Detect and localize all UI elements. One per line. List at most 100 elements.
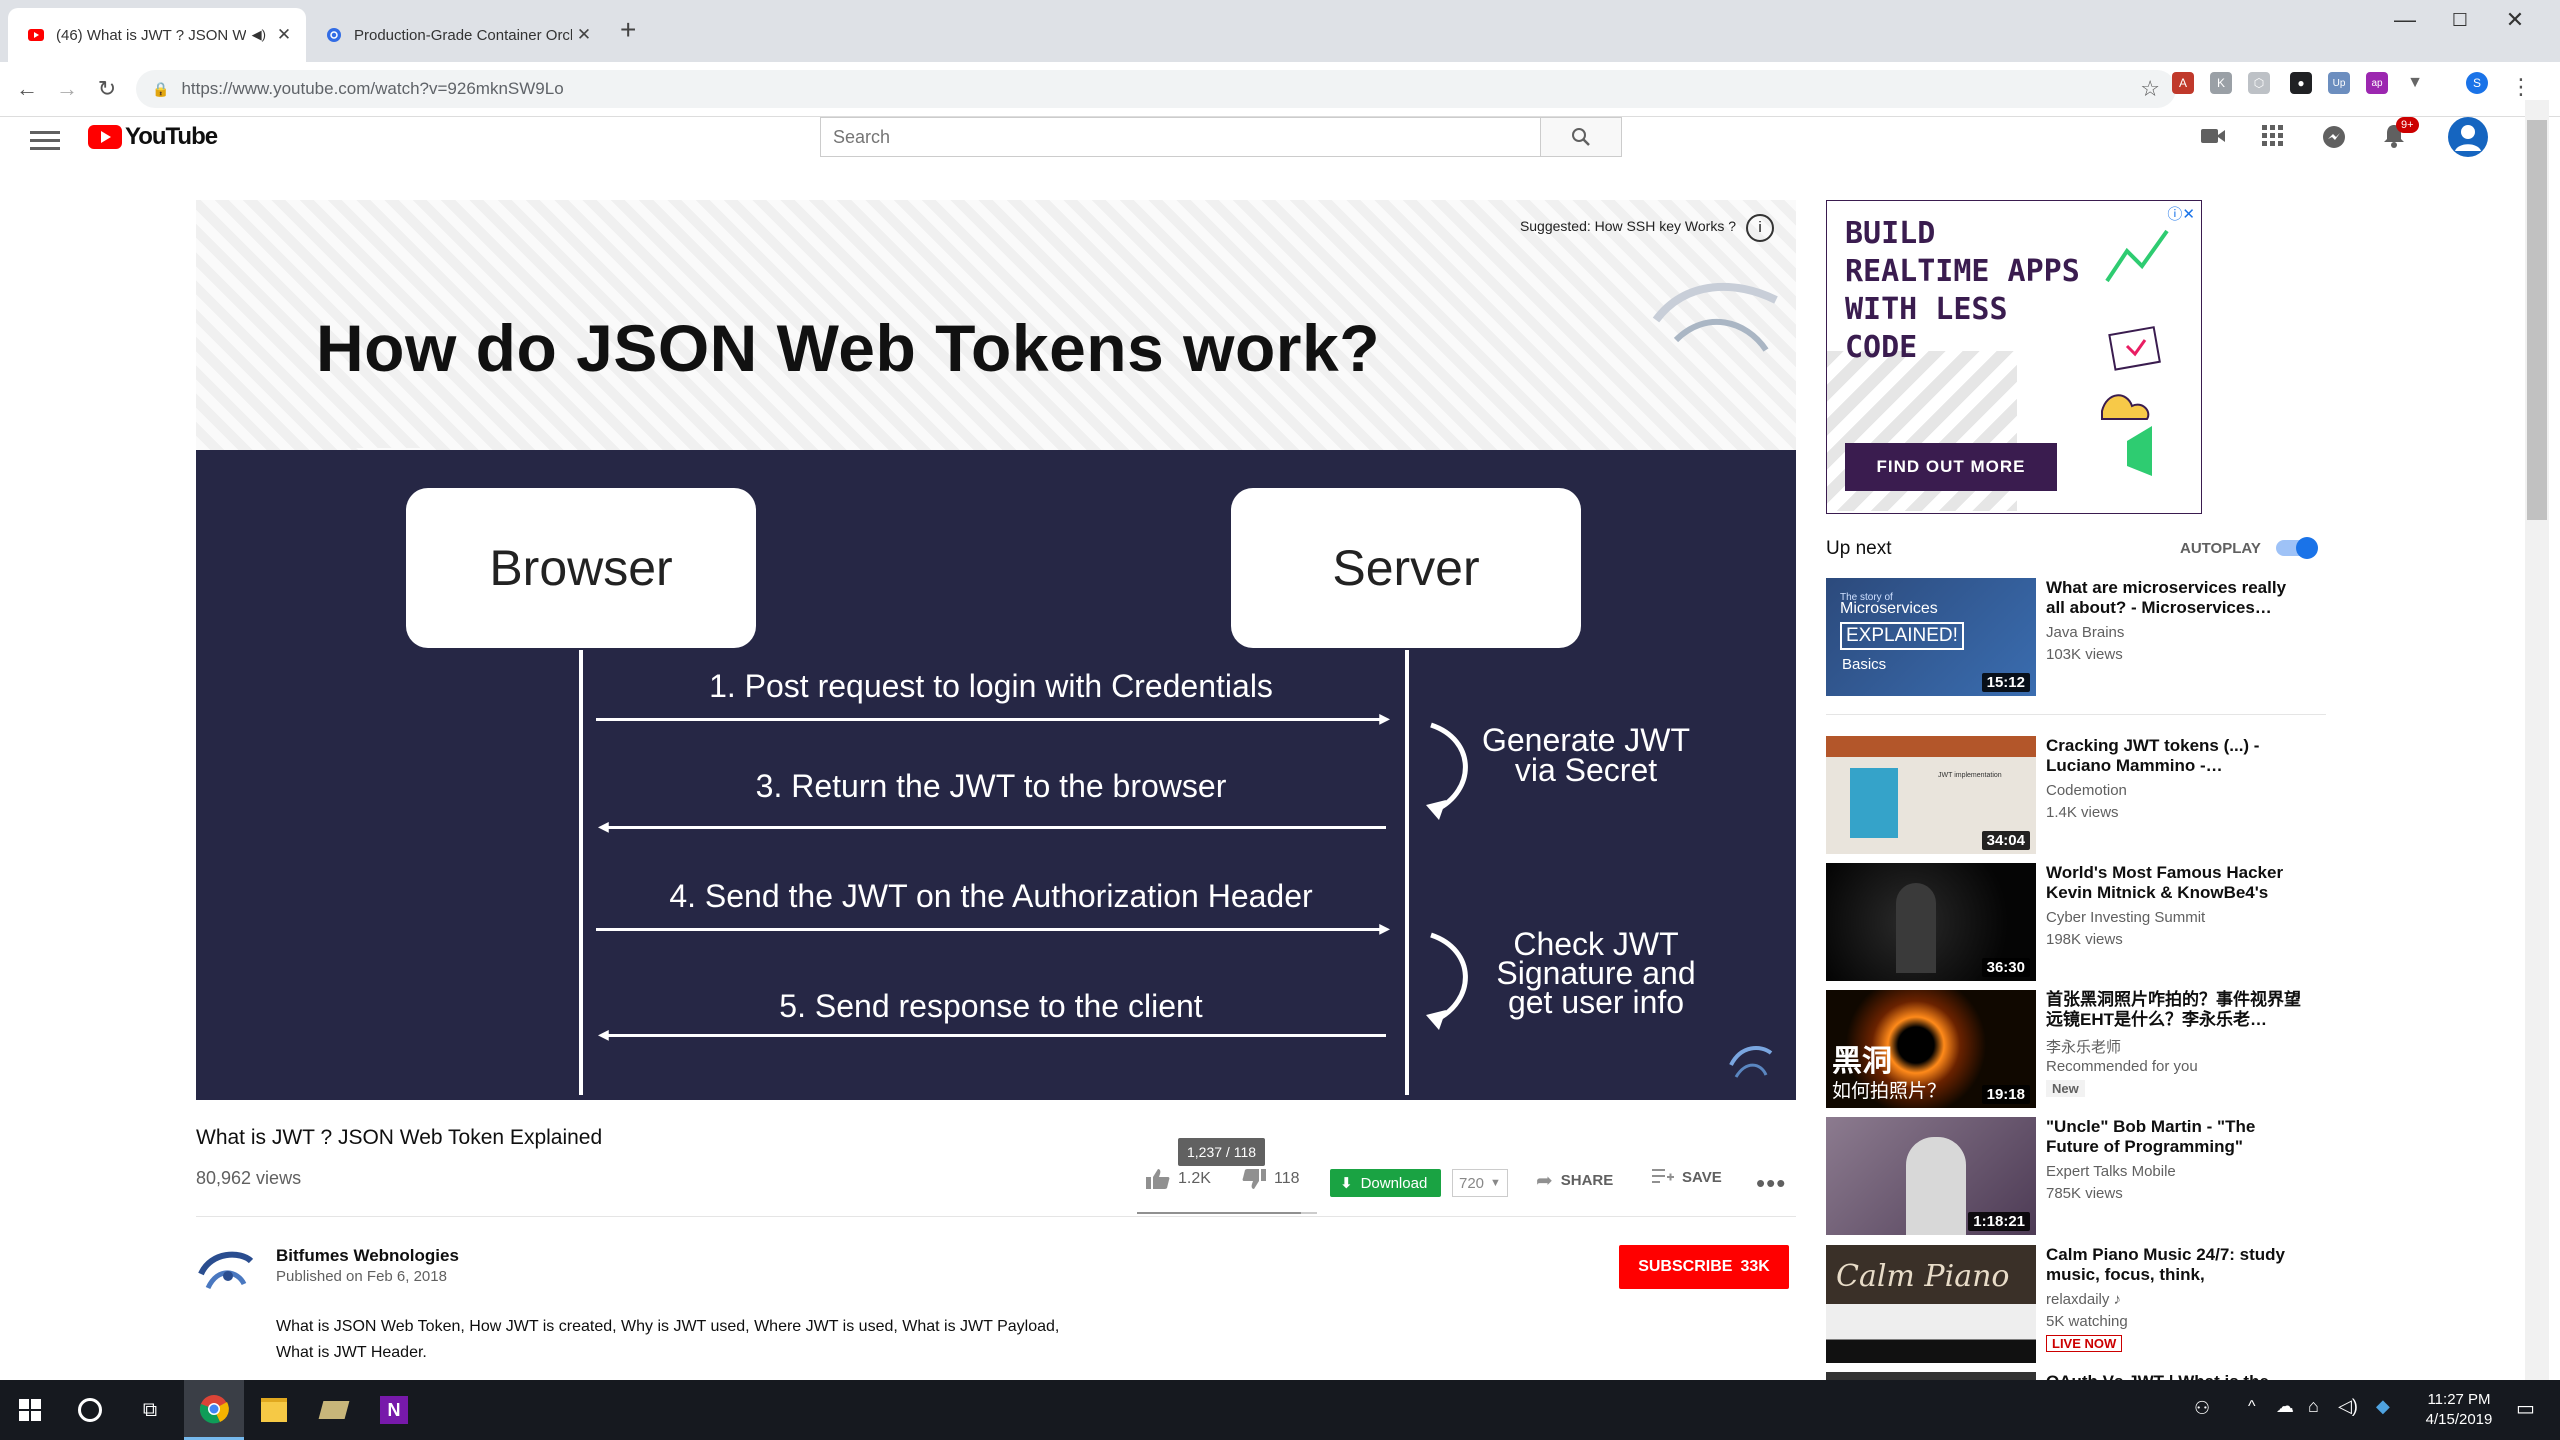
channel-name[interactable]: 李永乐老师 [2046,1036,2121,1057]
recommended-video[interactable]: 黑洞 如何拍照片？ 19:18 首张黑洞照片咋拍的？事件视界望远镜EHT是什么？… [1826,990,2326,1110]
app-taskbar-icon[interactable] [304,1380,364,1440]
display-ad[interactable]: BUILD REALTIME APPS WITH LESS CODE FIND … [1826,200,2202,514]
video-title[interactable]: OAuth Vs JWT | What is the… [2046,1372,2306,1380]
task-view-icon[interactable]: ⧉ [120,1380,180,1440]
recommended-video[interactable]: OAuth Vs JWT | What is the… [1826,1372,2326,1380]
network-icon[interactable]: ⌂ [2308,1396,2319,1417]
k-extension-icon[interactable]: K [2210,72,2232,94]
tab-kubernetes[interactable]: Production-Grade Container Orchestration… [306,8,606,62]
purple-extension-icon[interactable]: ap [2366,72,2388,94]
apps-grid-icon[interactable] [2262,125,2284,147]
page-scrollbar-thumb[interactable] [2527,120,2547,520]
bookmark-star-icon[interactable]: ☆ [2140,76,2160,102]
people-icon[interactable]: ⚇ [2194,1398,2210,1419]
angular-extension-icon[interactable]: A [2172,72,2194,94]
subscribe-button[interactable]: SUBSCRIBE 33K [1619,1245,1789,1289]
video-title[interactable]: "Uncle" Bob Martin - "The Future of Prog… [2046,1117,2306,1157]
tab-youtube[interactable]: (46) What is JWT ? JSON Web Token Explai… [8,8,306,62]
speaker-icon[interactable]: ◀) [252,27,266,43]
view-count: 198K views [2046,931,2123,948]
more-actions-icon[interactable]: ••• [1756,1168,1786,1199]
cortana-search-icon[interactable] [60,1380,120,1440]
reload-icon[interactable]: ↻ [92,74,122,104]
channel-name[interactable]: Expert Talks Mobile [2046,1163,2176,1180]
back-icon[interactable]: ← [12,74,42,104]
recommended-video[interactable]: JWT implementation 34:04 Cracking JWT to… [1826,736,2326,856]
volume-icon[interactable]: ◁) [2338,1396,2358,1417]
suggested-video-card[interactable]: Suggested: How SSH key Works ? [1520,218,1736,234]
channel-name[interactable]: Bitfumes Webnologies [276,1246,459,1266]
windows-start-icon[interactable] [0,1380,60,1440]
info-icon[interactable]: i [1746,214,1774,242]
channel-avatar[interactable] [196,1246,256,1296]
updates-extension-icon[interactable]: Up [2328,72,2350,94]
video-thumbnail[interactable] [1826,1372,2036,1380]
recommended-video[interactable]: 1:18:21 "Uncle" Bob Martin - "The Future… [1826,1117,2326,1237]
video-thumbnail[interactable]: 黑洞 如何拍照片？ 19:18 [1826,990,2036,1108]
minimize-icon[interactable]: — [2375,0,2435,40]
hamburger-menu-icon[interactable] [30,127,60,153]
maximize-icon[interactable]: ☐ [2430,0,2490,40]
playlist-add-icon [1652,1169,1674,1183]
profile-avatar[interactable]: S [2466,72,2488,94]
kubernetes-favicon-icon [327,28,341,42]
address-bar[interactable]: 🔒 https://www.youtube.com/watch?v=926mkn… [136,70,2176,108]
video-title[interactable]: Calm Piano Music 24/7: study music, focu… [2046,1245,2306,1285]
youtube-logo[interactable]: YouTube [88,123,218,151]
onedrive-icon[interactable]: ☁ [2276,1396,2294,1417]
slide-title: How do JSON Web Tokens work? [316,311,1381,385]
dislike-button[interactable]: 118 [1242,1168,1300,1190]
share-button[interactable]: ➦ SHARE [1536,1168,1613,1193]
ad-close-icon[interactable]: ⓘ✕ [2167,203,2195,224]
generate-jwt-note: Generate JWT via Secret [1481,722,1691,788]
search-input[interactable] [821,118,1540,156]
download-button[interactable]: ⬇ Download [1330,1169,1442,1197]
close-tab-icon[interactable]: ✕ [272,25,296,45]
close-tab-icon[interactable]: ✕ [572,25,596,45]
recommended-video[interactable]: The story of Microservices EXPLAINED! Ba… [1826,578,2326,698]
recommended-video[interactable]: 36:30 World's Most Famous Hacker Kevin M… [1826,863,2326,983]
new-tab-button[interactable]: + [620,14,636,46]
action-center-icon[interactable]: ▭ [2516,1396,2535,1421]
video-thumbnail[interactable]: 1:18:21 [1826,1117,2036,1235]
onenote-icon[interactable]: N [364,1380,424,1440]
show-hidden-icons[interactable]: ^ [2248,1398,2256,1416]
extension-badge-icon[interactable]: ● [2290,72,2312,94]
system-clock[interactable]: 11:27 PM 4/15/2019 [2414,1390,2504,1430]
channel-name[interactable]: Cyber Investing Summit [2046,909,2205,926]
video-player[interactable]: How do JSON Web Tokens work? Suggested: … [196,200,1796,1100]
video-title[interactable]: Cracking JWT tokens (...) - Luciano Mamm… [2046,736,2306,776]
server-lifeline [1405,650,1409,1095]
view-count: 1.4K views [2046,804,2119,821]
search-button[interactable] [1540,118,1621,156]
tab-title: Production-Grade Container Orchestration… [354,26,572,44]
chrome-taskbar-icon[interactable] [184,1380,244,1440]
live-badge: LIVE NOW [2046,1335,2123,1352]
video-thumbnail[interactable]: Calm Piano [1826,1245,2036,1363]
language-icon[interactable]: ◆ [2376,1396,2390,1417]
like-button[interactable]: 1.2K [1146,1168,1211,1190]
forward-icon[interactable]: → [52,74,82,104]
create-video-icon[interactable] [2200,125,2226,147]
chrome-menu-icon[interactable]: ⋮ [2510,74,2532,100]
channel-name[interactable]: Codemotion [2046,782,2127,799]
video-title[interactable]: 首张黑洞照片咋拍的？事件视界望远镜EHT是什么？李永乐老… [2046,990,2306,1030]
video-title[interactable]: World's Most Famous Hacker Kevin Mitnick… [2046,863,2306,903]
video-title[interactable]: What are microservices really all about?… [2046,578,2306,618]
channel-name[interactable]: relaxdaily ♪ [2046,1291,2121,1308]
recommended-video[interactable]: Calm Piano Calm Piano Music 24/7: study … [1826,1245,2326,1365]
account-avatar-icon[interactable] [2448,117,2488,157]
video-thumbnail[interactable]: The story of Microservices EXPLAINED! Ba… [1826,578,2036,696]
file-explorer-icon[interactable] [244,1380,304,1440]
vue-extension-icon[interactable]: ▼ [2404,72,2426,94]
cube-extension-icon[interactable]: ⬡ [2248,72,2270,94]
close-window-icon[interactable]: ✕ [2485,0,2545,40]
ad-cta-button[interactable]: FIND OUT MORE [1845,443,2057,491]
save-button[interactable]: SAVE [1652,1168,1722,1186]
channel-name[interactable]: Java Brains [2046,624,2124,641]
quality-select[interactable]: 720 ▼ [1452,1169,1508,1197]
video-thumbnail[interactable]: JWT implementation 34:04 [1826,736,2036,854]
messages-icon[interactable] [2322,125,2346,149]
video-thumbnail[interactable]: 36:30 [1826,863,2036,981]
autoplay-toggle[interactable] [2276,537,2318,559]
